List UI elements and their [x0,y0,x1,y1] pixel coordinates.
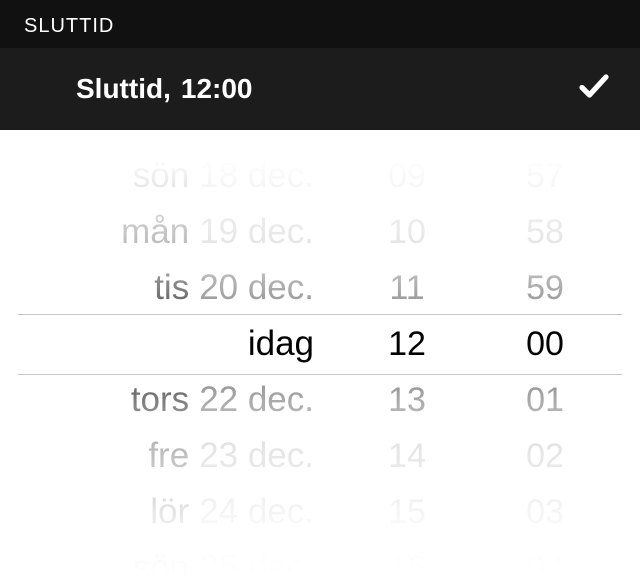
picker-minute-value: 04 [472,540,618,578]
picker-row: idag [22,316,342,372]
picker-date-weekday: sön [133,548,189,578]
datetime-picker: lör17 dec.sön18 dec.mån19 dec.tis20 dec.… [0,130,640,578]
picker-hour-value: 09 [342,148,472,204]
date-wheel[interactable]: lör17 dec.sön18 dec.mån19 dec.tis20 dec.… [22,130,342,578]
picker-hour-value: 11 [342,260,472,316]
picker-hour-value: 12 [342,316,472,372]
picker-row: tis 20 dec. [22,260,342,316]
minute-wheel[interactable]: 565758590001020304 [472,130,618,578]
modal-title: SLUTTID [24,15,114,38]
checkmark-icon [576,79,612,110]
picker-hour-value: 10 [342,204,472,260]
picker-date-value: 17 dec. [199,130,314,140]
picker-minute-value: 01 [472,372,618,428]
picker-date-value: idag [248,324,314,364]
picker-date-weekday: lör [150,492,189,532]
picker-hour-value: 15 [342,484,472,540]
picker-minute-value: 57 [472,148,618,204]
picker-hour-value: 13 [342,372,472,428]
picker-minute-value: 58 [472,204,618,260]
hour-wheel[interactable]: 080910111213141516 [342,130,472,578]
picker-row: mån19 dec. [22,204,342,260]
summary-prefix: Sluttid, [76,73,171,105]
picker-date-value: 19 dec. [199,212,314,252]
picker-date-value: 20 dec. [199,268,314,308]
summary-text: Sluttid, 12:00 [76,73,253,105]
picker-minute-value: 03 [472,484,618,540]
selection-indicator-top [18,314,622,315]
picker-minute-value: 02 [472,428,618,484]
picker-date-weekday: sön [133,156,189,196]
picker-date-weekday: fre [148,436,189,476]
confirm-button[interactable] [576,68,612,111]
picker-hour-value: 08 [342,130,472,148]
summary-time: 12:00 [181,73,253,105]
picker-row: sön 25 dec. [22,540,342,578]
picker-minute-value: 56 [472,130,618,148]
picker-row: fre23 dec. [22,428,342,484]
picker-row: tors22 dec. [22,372,342,428]
selection-indicator-bottom [18,374,622,375]
picker-row: sön18 dec. [22,148,342,204]
picker-date-value: 23 dec. [199,436,314,476]
picker-date-value: 25 dec. [199,548,314,578]
picker-minute-value: 59 [472,260,618,316]
picker-minute-value: 00 [472,316,618,372]
picker-hour-value: 14 [342,428,472,484]
picker-date-value: 24 dec. [199,492,314,532]
picker-date-value: 18 dec. [199,156,314,196]
summary-bar: Sluttid, 12:00 [0,48,640,130]
picker-hour-value: 16 [342,540,472,578]
picker-date-weekday: tors [131,380,189,420]
picker-date-weekday: mån [121,212,189,252]
picker-date-weekday: tis [154,268,189,308]
picker-row: lör 17 dec. [22,130,342,148]
picker-date-value: 22 dec. [199,380,314,420]
picker-row: lör 24 dec. [22,484,342,540]
modal-header: SLUTTID [0,0,640,48]
picker-date-weekday: lör [150,130,189,140]
